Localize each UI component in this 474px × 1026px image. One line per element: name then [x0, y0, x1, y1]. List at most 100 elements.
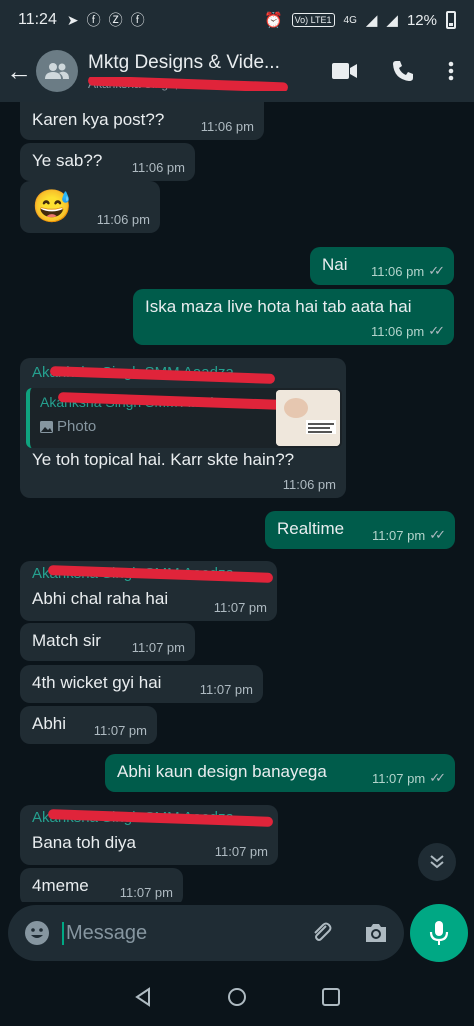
message-bubble[interactable]: 4th wicket gyi hai 11:07 pm — [20, 665, 263, 703]
back-arrow-icon[interactable]: ← — [2, 56, 36, 87]
facebook-icon: ⓕ — [86, 12, 101, 28]
double-check-icon: ✓✓ — [428, 263, 445, 278]
message-time-text: 11:07 pm — [371, 770, 426, 786]
photo-icon — [40, 420, 53, 433]
message-time-text: 11:06 pm — [200, 119, 254, 134]
more-options-icon[interactable] — [448, 61, 454, 81]
group-avatar[interactable] — [36, 50, 78, 92]
message-time: 11:06 pm ✓✓ — [370, 323, 445, 339]
message-text: Bana toh diya — [32, 833, 136, 852]
chat-subtitle: Akanksha Singh, ... — [88, 76, 313, 91]
system-nav-bar — [0, 968, 474, 1026]
quoted-message[interactable]: Akanksha Singh SMM Aaadza Photo — [26, 388, 342, 448]
message-bubble[interactable]: Karen kya post?? 11:06 pm — [20, 102, 264, 140]
message-time: 11:06 pm — [201, 119, 254, 134]
alarm-icon: ⏰ — [263, 12, 283, 29]
message-time-text: 11:07 pm — [131, 640, 185, 655]
attach-icon[interactable] — [310, 921, 334, 945]
message-bubble[interactable]: Akanksha Singh SMM Aaadza Abhi chal raha… — [20, 561, 277, 621]
quoted-thumbnail — [276, 390, 340, 446]
message-time-text: 11:07 pm — [371, 527, 426, 543]
battery-icon — [446, 11, 456, 29]
double-check-icon: ✓✓ — [428, 323, 445, 338]
chat-header: ← Mktg Designs & Vide... Akanksha Singh,… — [0, 40, 474, 102]
double-check-icon: ✓✓ — [429, 770, 446, 785]
message-text: Abhi chal raha hai — [32, 589, 169, 608]
message-time: 11:07 pm — [215, 844, 268, 859]
message-text: Ye toh topical hai. Karr skte hain?? — [32, 450, 295, 469]
voice-record-button[interactable] — [410, 904, 468, 962]
message-bubble[interactable]: Match sir 11:07 pm — [20, 623, 195, 661]
chat-title: Mktg Designs & Vide... — [88, 51, 280, 73]
message-time-text: 11:06 pm — [370, 323, 425, 339]
thumbnail-image — [276, 390, 340, 446]
message-time: 11:07 pm — [214, 600, 267, 615]
back-nav-icon[interactable] — [133, 987, 153, 1007]
home-nav-icon[interactable] — [227, 987, 247, 1007]
message-time: 11:07 pm — [120, 885, 173, 900]
network-label: 4G — [343, 14, 357, 26]
facebook-icon: ⓕ — [130, 12, 145, 28]
message-text: Nai — [322, 255, 348, 274]
emoji-icon[interactable] — [24, 920, 50, 946]
message-bubble[interactable]: Abhi kaun design banayega 11:07 pm ✓✓ — [105, 754, 455, 792]
message-time-text: 11:07 pm — [199, 682, 253, 697]
message-composer[interactable]: Message — [8, 905, 404, 961]
message-time-text: 11:06 pm — [96, 212, 150, 227]
message-time: 11:06 pm ✓✓ — [370, 263, 445, 279]
telegram-icon: ➤ — [66, 11, 79, 28]
microphone-icon — [429, 921, 449, 945]
message-text: Abhi — [32, 714, 67, 733]
message-time: 11:07 pm ✓✓ — [371, 770, 446, 786]
message-time-text: 11:07 pm — [119, 885, 173, 900]
message-text: Abhi kaun design banayega — [117, 762, 327, 781]
message-text: Karen kya post?? — [32, 110, 165, 129]
emoji-sweat-smile: 😅 — [32, 188, 72, 224]
message-time-text: 11:07 pm — [93, 723, 147, 738]
quoted-photo-text: Photo — [57, 418, 97, 435]
message-bubble[interactable]: Nai 11:06 pm ✓✓ — [310, 247, 454, 285]
reply-message-bubble[interactable]: Akanksha Singh SMM Aaadza Akanksha Singh… — [20, 358, 346, 498]
signal-icon: ◢ — [386, 12, 398, 29]
message-bubble[interactable]: 4meme 11:07 pm — [20, 868, 183, 902]
status-time: 11:24 — [18, 11, 57, 28]
message-time: 11:06 pm — [132, 160, 185, 175]
message-bubble[interactable]: 😅 11:06 pm — [20, 181, 160, 233]
phone-call-icon[interactable] — [392, 60, 414, 82]
message-list[interactable]: Karen kya post?? 11:06 pm Ye sab?? 11:06… — [0, 102, 474, 902]
chat-titles[interactable]: Mktg Designs & Vide... Akanksha Singh, .… — [88, 52, 313, 91]
message-time: 11:06 pm — [97, 212, 150, 227]
message-input[interactable]: Message — [62, 921, 147, 945]
message-time: 11:06 pm — [283, 477, 336, 492]
message-time-text: 11:06 pm — [370, 263, 425, 279]
message-time: 11:07 pm — [132, 640, 185, 655]
camera-icon[interactable] — [364, 922, 388, 944]
message-text: Ye sab?? — [32, 151, 103, 170]
message-time: 11:07 pm — [200, 682, 253, 697]
scroll-to-bottom-button[interactable] — [418, 843, 456, 881]
group-icon — [45, 63, 69, 79]
message-bubble[interactable]: Realtime 11:07 pm ✓✓ — [265, 511, 455, 549]
message-bubble[interactable]: Iska maza live hota hai tab aata hai 11:… — [133, 289, 454, 345]
signal-icon: ◢ — [365, 12, 378, 29]
message-bubble[interactable]: Akanksha Singh SMM Aaadza Bana toh diya … — [20, 805, 278, 865]
message-bubble[interactable]: Ye sab?? 11:06 pm — [20, 143, 195, 181]
message-time-text: 11:06 pm — [282, 477, 336, 492]
status-bar: 11:24 ➤ ⓕ Ⓩ ⓕ ⏰ Vo) LTE1 4G ◢ ◢ 12% — [0, 0, 474, 40]
quoted-photo-label: Photo — [40, 418, 96, 435]
battery-percent: 12% — [406, 11, 437, 29]
message-text: Match sir — [32, 631, 101, 650]
message-text: Realtime — [277, 519, 345, 538]
message-text: 4th wicket gyi hai — [32, 673, 162, 692]
zomato-icon: Ⓩ — [108, 12, 123, 28]
double-check-icon: ✓✓ — [429, 527, 446, 542]
message-text: Iska maza live hota hai tab aata hai — [145, 297, 412, 316]
video-call-icon[interactable] — [332, 62, 358, 80]
message-time: 11:07 pm — [94, 723, 147, 738]
message-time-text: 11:06 pm — [131, 160, 185, 175]
message-time: 11:07 pm ✓✓ — [371, 527, 446, 543]
message-time-text: 11:07 pm — [213, 600, 267, 615]
volte-icon: Vo) LTE1 — [291, 13, 335, 27]
message-bubble[interactable]: Abhi 11:07 pm — [20, 706, 157, 744]
recents-nav-icon[interactable] — [321, 987, 341, 1007]
